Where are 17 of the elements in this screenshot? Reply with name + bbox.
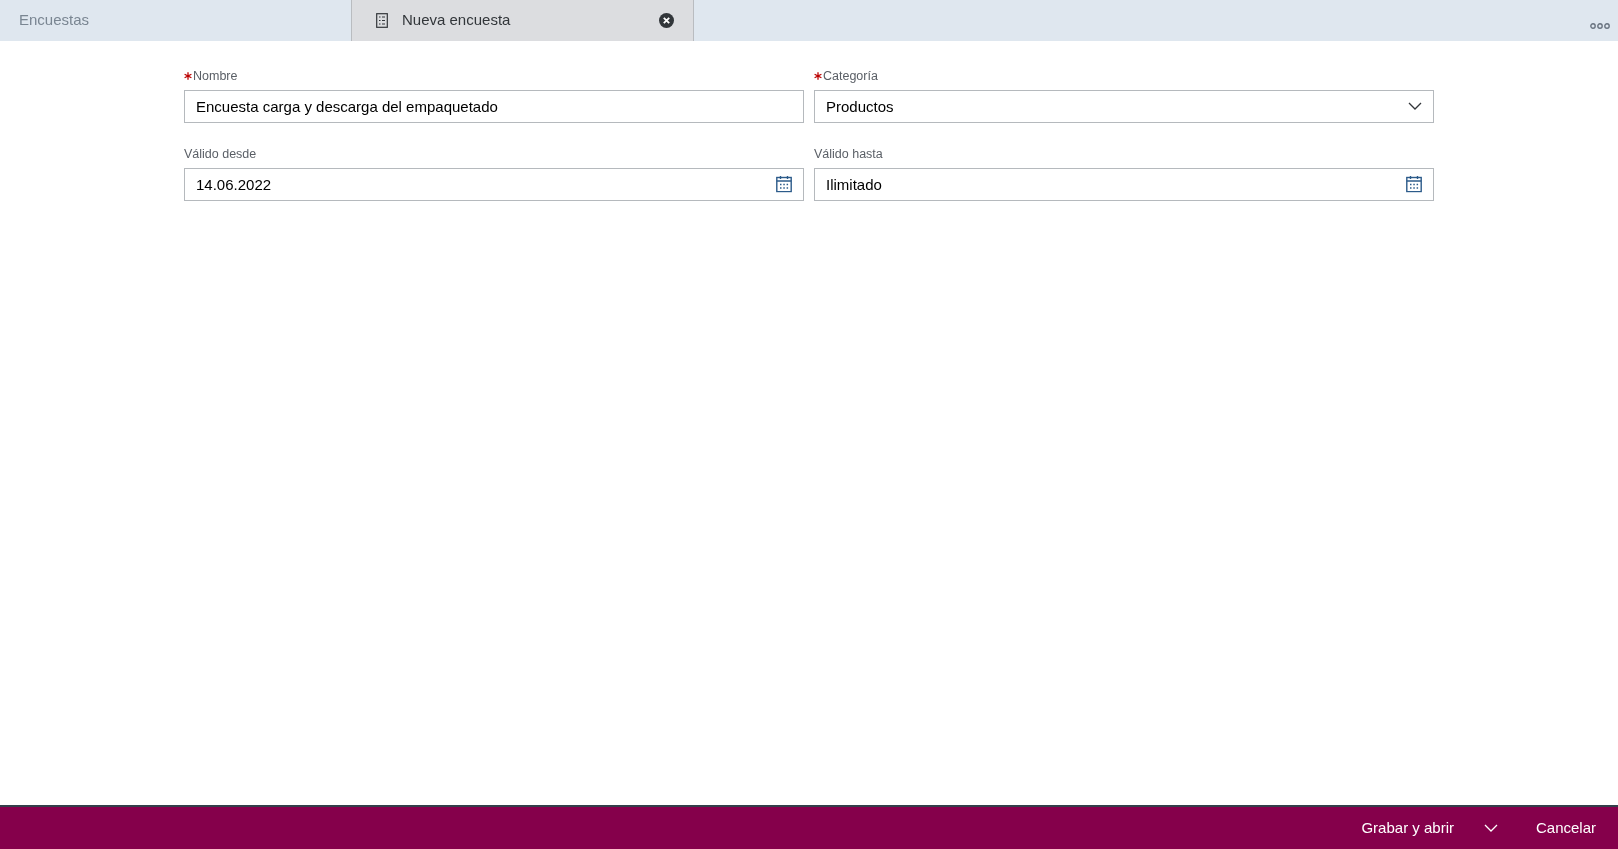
save-and-open-button[interactable]: Grabar y abrir <box>1353 812 1462 844</box>
dropdown-field[interactable]: Productos <box>814 89 1434 123</box>
close-icon[interactable] <box>659 13 674 28</box>
checklist-icon <box>376 13 388 28</box>
input-field[interactable]: Encuesta carga y descarga del empaquetado <box>184 89 804 123</box>
field-label: Nombre <box>193 68 238 85</box>
cancel-button[interactable]: Cancelar <box>1527 812 1604 844</box>
more-icon[interactable] <box>1590 23 1610 29</box>
field-label: Válido hasta <box>814 145 883 163</box>
chevron-down-icon[interactable] <box>1408 102 1422 111</box>
field-label: Categoría <box>823 68 878 85</box>
field-label: Válido desde <box>184 145 257 163</box>
tab[interactable]: Nueva encuesta <box>351 0 694 41</box>
date-field[interactable]: Ilimitado <box>814 167 1434 201</box>
calendar-icon[interactable] <box>776 175 792 193</box>
calendar-icon[interactable] <box>1406 175 1422 193</box>
date-field[interactable]: 14.06.2022 <box>184 167 804 201</box>
